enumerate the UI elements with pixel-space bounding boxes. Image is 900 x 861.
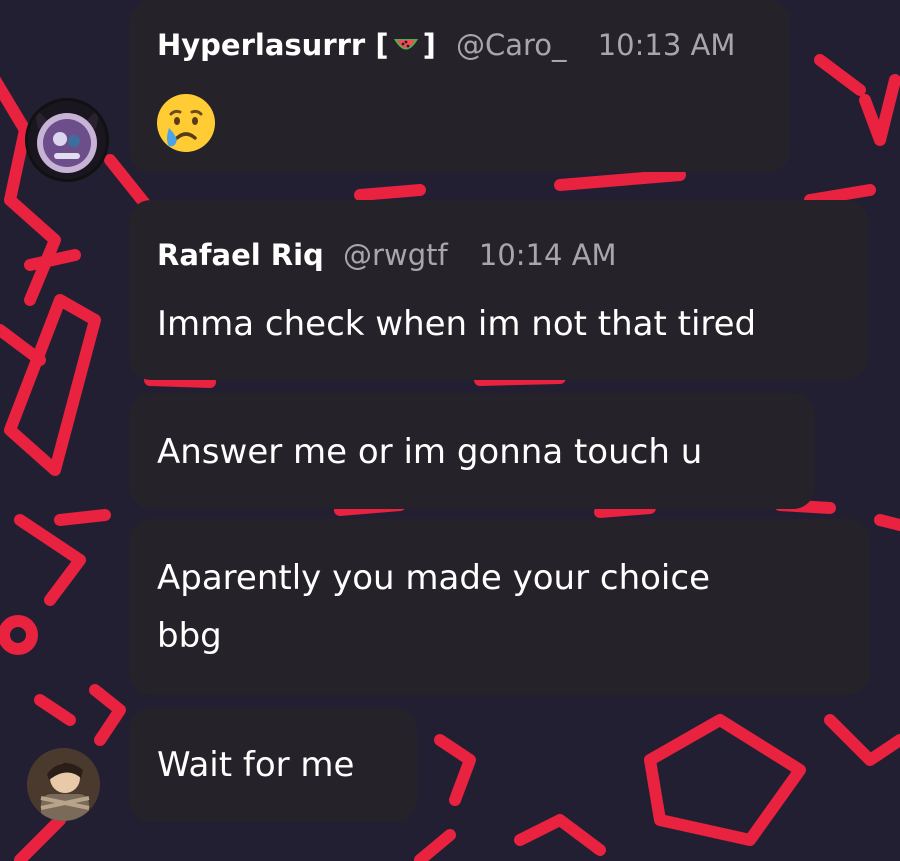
- message-emoji: [155, 92, 217, 154]
- message-timestamp: 10:14 AM: [478, 238, 617, 272]
- message-bubble[interactable]: Aparently you made your choice bbg: [129, 519, 870, 695]
- message-text: Answer me or im gonna touch u: [157, 432, 703, 472]
- message-header: Hyperlasurrr [ ] @Caro_ 10:13 AM: [157, 28, 735, 62]
- message-timestamp: 10:13 AM: [597, 28, 736, 62]
- message-text: Wait for me: [157, 745, 355, 785]
- message-header: Rafael Riq @rwgtf 10:14 AM: [157, 238, 617, 272]
- author-handle[interactable]: @Caro_: [456, 28, 567, 62]
- author-handle[interactable]: @rwgtf: [343, 238, 448, 272]
- cat-ears-avatar-icon: [34, 107, 100, 173]
- avatar-hyperlasurrr[interactable]: [25, 98, 109, 182]
- message-text: Imma check when im not that tired: [157, 304, 757, 344]
- message-bubble-rafael[interactable]: Rafael Riq @rwgtf 10:14 AM Imma check wh…: [129, 200, 868, 380]
- author-name[interactable]: Hyperlasurrr [ ]: [157, 28, 446, 62]
- message-bubble[interactable]: Wait for me: [129, 708, 417, 822]
- photo-avatar-icon: [27, 748, 100, 821]
- message-bubble[interactable]: Answer me or im gonna touch u: [129, 393, 815, 509]
- message-text-line-1: Aparently you made your choice: [157, 558, 710, 598]
- watermelon-emoji-icon: [393, 39, 418, 50]
- avatar-rafael[interactable]: [27, 748, 100, 821]
- message-text-line-2: bbg: [157, 616, 222, 656]
- crying-face-emoji-icon: [157, 94, 215, 152]
- author-name-suffix: ]: [422, 28, 436, 62]
- author-name[interactable]: Rafael Riq: [157, 238, 324, 272]
- author-name-text: Hyperlasurrr [: [157, 28, 389, 62]
- message-bubble-hyperlasurrr[interactable]: Hyperlasurrr [ ] @Caro_ 10:13 AM: [129, 0, 790, 172]
